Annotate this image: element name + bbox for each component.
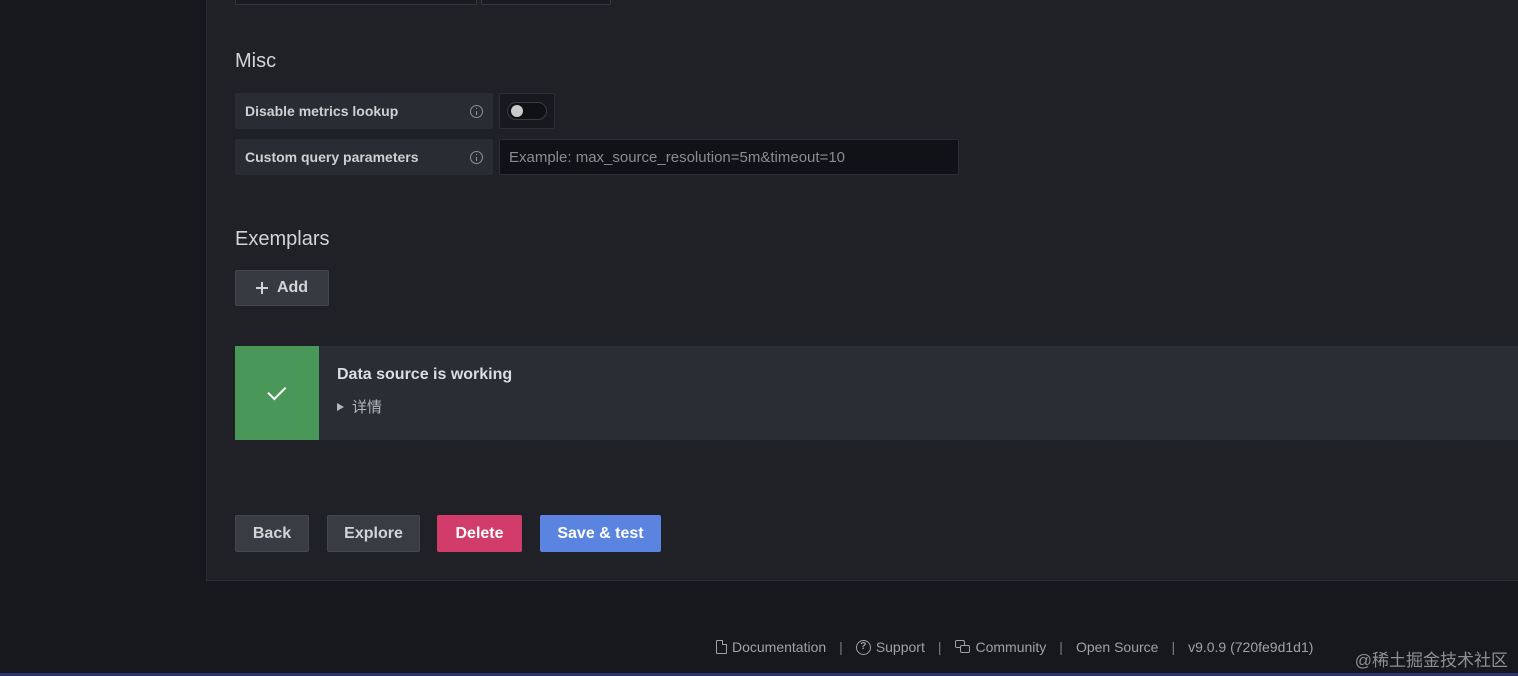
- explore-button[interactable]: Explore: [327, 515, 420, 552]
- toggle-knob: [511, 105, 523, 117]
- check-icon: [266, 381, 286, 401]
- footer-support-label: Support: [875, 639, 925, 655]
- back-button[interactable]: Back: [235, 515, 309, 552]
- caret-right-icon: [337, 402, 344, 411]
- info-icon[interactable]: [470, 104, 483, 118]
- misc-section-title: Misc: [235, 50, 277, 72]
- add-exemplar-label: Add: [276, 279, 309, 296]
- custom-query-parameters-label-text: Custom query parameters: [245, 149, 419, 165]
- document-icon: [716, 640, 727, 654]
- footer-documentation-link[interactable]: Documentation: [716, 639, 826, 655]
- custom-query-parameters-label: Custom query parameters: [235, 139, 493, 175]
- page: Misc Disable metrics lookup Custom query…: [0, 0, 1518, 676]
- add-exemplar-button[interactable]: Add: [235, 270, 329, 306]
- settings-panel: Misc Disable metrics lookup Custom query…: [206, 0, 1518, 581]
- question-circle-icon: ?: [855, 639, 871, 655]
- comments-icon: [954, 640, 971, 654]
- plus-icon: [255, 282, 268, 294]
- alert-status-indicator: [235, 346, 319, 440]
- footer-version-label: v9.0.9 (720fe9d1d1): [1188, 639, 1314, 655]
- footer-community-link[interactable]: Community: [954, 639, 1047, 655]
- footer-documentation-label: Documentation: [732, 639, 827, 655]
- disable-metrics-lookup-toggle-container: [499, 93, 555, 129]
- previous-field-label: [235, 0, 477, 5]
- previous-field-input[interactable]: [481, 0, 611, 5]
- alert-details-toggle[interactable]: 详情: [337, 396, 512, 417]
- delete-button[interactable]: Delete: [437, 515, 522, 552]
- custom-query-parameters-row: Custom query parameters: [235, 139, 959, 175]
- footer-support-link[interactable]: ? Support: [855, 639, 925, 655]
- footer-open-source-label: Open Source: [1075, 639, 1159, 655]
- alert-body: Data source is working 详情: [319, 346, 512, 440]
- footer: Documentation | ? Support | Community | …: [716, 636, 1313, 658]
- data-source-status-alert: Data source is working 详情: [235, 346, 1518, 440]
- footer-separator: |: [937, 639, 942, 655]
- footer-separator: |: [839, 639, 843, 655]
- exemplars-section-title: Exemplars: [235, 228, 330, 250]
- footer-separator: |: [1171, 639, 1176, 655]
- disable-metrics-lookup-label: Disable metrics lookup: [235, 93, 493, 129]
- alert-details-label: 详情: [352, 399, 383, 416]
- footer-separator: |: [1059, 639, 1063, 655]
- footer-open-source-link[interactable]: Open Source: [1076, 639, 1159, 655]
- alert-title: Data source is working: [337, 366, 513, 383]
- footer-community-label: Community: [975, 639, 1047, 655]
- disable-metrics-lookup-toggle[interactable]: [507, 102, 547, 120]
- disable-metrics-lookup-label-text: Disable metrics lookup: [245, 103, 399, 119]
- footer-version[interactable]: v9.0.9 (720fe9d1d1): [1188, 639, 1313, 655]
- disable-metrics-lookup-row: Disable metrics lookup: [235, 93, 555, 129]
- custom-query-parameters-input[interactable]: [499, 139, 959, 175]
- watermark: @稀土掘金技术社区: [1354, 651, 1508, 670]
- info-icon[interactable]: [470, 150, 483, 164]
- save-and-test-button[interactable]: Save & test: [540, 515, 661, 552]
